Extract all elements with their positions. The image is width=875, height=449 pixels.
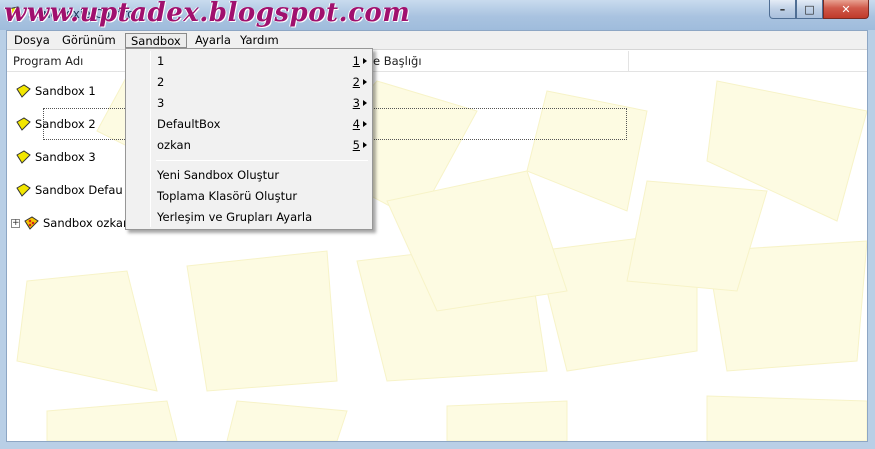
sandbox-yellow-icon: [16, 117, 31, 131]
list-item-label: Sandbox Defau: [35, 183, 123, 197]
close-button[interactable]: ✕: [823, 0, 869, 19]
menu-item-defaultbox[interactable]: DefaultBox 4: [128, 114, 370, 135]
menu-dosya[interactable]: Dosya: [9, 33, 55, 48]
submenu-arrow-icon: [363, 79, 367, 85]
menu-item-shortcut: 2: [352, 75, 360, 89]
expand-icon[interactable]: +: [11, 218, 20, 228]
window-bottom-border: [0, 442, 875, 449]
watermark-text: www.uptadex.blogspot.com: [4, 0, 411, 28]
window-controls: – □ ✕: [769, 0, 869, 19]
submenu-arrow-icon: [363, 121, 367, 127]
menu-item-shortcut: 4: [352, 117, 360, 131]
menu-item-sandbox-1[interactable]: 1 1: [128, 51, 370, 72]
title-bar: Sandboxie Control www.uptadex.blogspot.c…: [0, 0, 875, 30]
list-item[interactable]: Sandbox 1: [15, 80, 96, 102]
list-item[interactable]: + Sandbox ozkan: [11, 212, 130, 234]
menu-yardim[interactable]: Yardım: [235, 33, 284, 48]
menu-item-label: Toplama Klasörü Oluştur: [157, 189, 298, 203]
menu-item-shortcut: 1: [352, 54, 360, 68]
list-item[interactable]: Sandbox 3: [15, 146, 96, 168]
menu-item-layout-groups[interactable]: Yerleşim ve Grupları Ayarla: [128, 207, 370, 228]
menu-item-label: 1: [157, 54, 165, 68]
menu-item-sandbox-3[interactable]: 3 3: [128, 93, 370, 114]
menu-gorunum[interactable]: Görünüm: [57, 33, 121, 48]
minimize-button[interactable]: –: [769, 0, 796, 19]
menu-sandbox[interactable]: Sandbox: [125, 33, 187, 48]
list-item-label: Sandbox 2: [35, 117, 96, 131]
menu-item-ozkan[interactable]: ozkan 5: [128, 135, 370, 156]
submenu-arrow-icon: [363, 100, 367, 106]
list-item-label: Sandbox 1: [35, 84, 96, 98]
submenu-arrow-icon: [363, 142, 367, 148]
list-item[interactable]: Sandbox Defau: [15, 179, 123, 201]
menu-item-shortcut: 5: [352, 138, 360, 152]
menu-separator: [156, 160, 368, 161]
list-item-label: Sandbox 3: [35, 150, 96, 164]
menu-item-new-sandbox[interactable]: Yeni Sandbox Oluştur: [128, 165, 370, 186]
menu-item-sandbox-2[interactable]: 2 2: [128, 72, 370, 93]
menu-ayarla[interactable]: Ayarla: [190, 33, 236, 48]
sandbox-active-icon: [24, 216, 39, 230]
menu-item-create-group-folder[interactable]: Toplama Klasörü Oluştur: [128, 186, 370, 207]
menu-item-label: DefaultBox: [157, 117, 221, 131]
sandbox-dropdown-menu: 1 1 2 2 3 3 DefaultBox 4 ozkan 5 Yeni Sa…: [125, 48, 373, 230]
menu-item-label: ozkan: [157, 138, 191, 152]
sandbox-yellow-icon: [16, 183, 31, 197]
maximize-button[interactable]: □: [796, 0, 823, 19]
list-item[interactable]: Sandbox 2: [15, 113, 96, 135]
menu-item-label: Yeni Sandbox Oluştur: [157, 168, 280, 182]
menu-item-shortcut: 3: [352, 96, 360, 110]
sandbox-yellow-icon: [16, 150, 31, 164]
menu-item-label: Yerleşim ve Grupları Ayarla: [157, 210, 313, 224]
submenu-arrow-icon: [363, 58, 367, 64]
menu-item-label: 2: [157, 75, 165, 89]
menu-item-label: 3: [157, 96, 165, 110]
column-window-title[interactable]: e Başlığı: [367, 51, 629, 72]
sandbox-yellow-icon: [16, 84, 31, 98]
list-item-label: Sandbox ozkan: [43, 216, 131, 230]
